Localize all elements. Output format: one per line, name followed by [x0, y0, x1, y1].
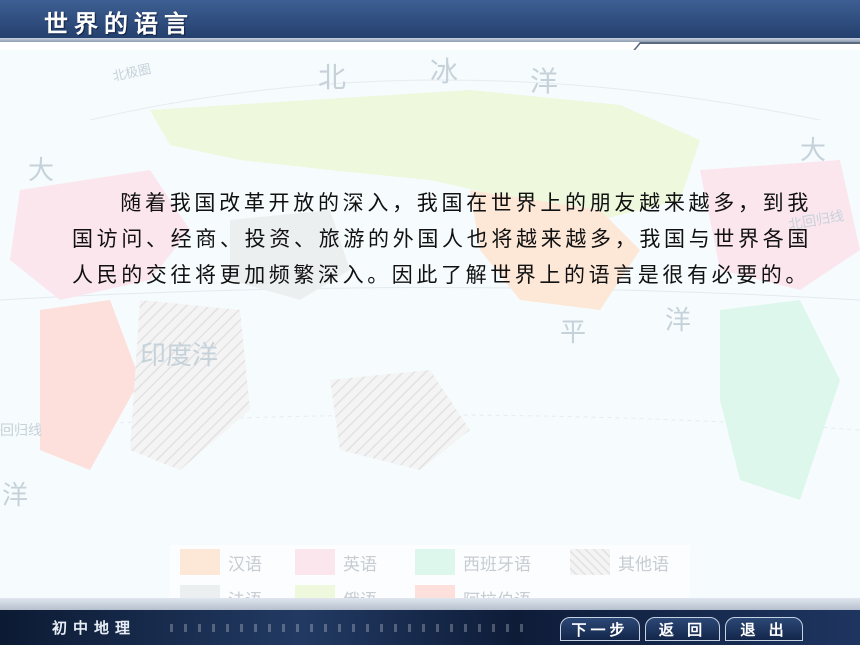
- tropic-left-label: 回归线: [0, 423, 42, 439]
- legend-swatch: [295, 585, 335, 598]
- other-region-australia: [330, 370, 470, 470]
- legend-item-french: 法语: [180, 585, 262, 598]
- legend-swatch: [295, 549, 335, 575]
- map-graphic: [0, 79, 860, 500]
- legend-swatch: [415, 585, 455, 598]
- pacific-label-1: 平: [560, 318, 587, 348]
- legend-swatch: [180, 549, 220, 575]
- map-legend: 汉语 英语 西班牙语 其他语 法语 俄语 阿拉伯语: [170, 545, 690, 598]
- back-button[interactable]: 返 回: [645, 617, 720, 641]
- other-region-africa: [130, 300, 250, 470]
- intro-paragraph: 随着我国改革开放的深入，我国在世界上的朋友越来越多，到我国访问、经商、投资、旅游…: [72, 191, 812, 287]
- legend-item-english: 英语: [295, 549, 377, 575]
- atlantic-label-left: 大: [28, 156, 55, 186]
- course-brand: 初中地理: [52, 619, 137, 637]
- arctic-ocean-label-1: 北: [318, 61, 347, 94]
- legend-item-chinese: 汉语: [180, 549, 262, 575]
- world-language-map: 北极圈 北 冰 洋 北回归线 回归线 印度洋 平 洋 大 大 洋 汉语 英语 西…: [0, 50, 860, 598]
- indian-ocean-label: 印度洋: [140, 341, 219, 371]
- footer-divider: [0, 598, 860, 610]
- ocean-label-left: 洋: [2, 481, 29, 511]
- spanish-region: [720, 300, 840, 500]
- legend-item-arabic: 阿拉伯语: [415, 585, 531, 598]
- legend-swatch: [415, 549, 455, 575]
- legend-swatch: [570, 549, 610, 575]
- legend-item-spanish: 西班牙语: [415, 549, 531, 575]
- page-title: 世界的语言: [44, 9, 194, 38]
- legend-swatch: [180, 585, 220, 598]
- atlantic-label-right: 大: [800, 136, 827, 166]
- exit-button[interactable]: 退 出: [725, 617, 803, 641]
- arctic-ocean-label-3: 洋: [530, 65, 559, 98]
- next-button[interactable]: 下一步: [560, 617, 640, 641]
- title-bar: 世界的语言: [0, 0, 860, 38]
- legend-item-other: 其他语: [570, 549, 669, 575]
- footer-decoration: [170, 624, 530, 632]
- arabic-region: [40, 300, 140, 470]
- arctic-ocean-label-2: 冰: [430, 55, 459, 88]
- pacific-label-2: 洋: [665, 306, 692, 336]
- legend-item-russian: 俄语: [295, 585, 377, 598]
